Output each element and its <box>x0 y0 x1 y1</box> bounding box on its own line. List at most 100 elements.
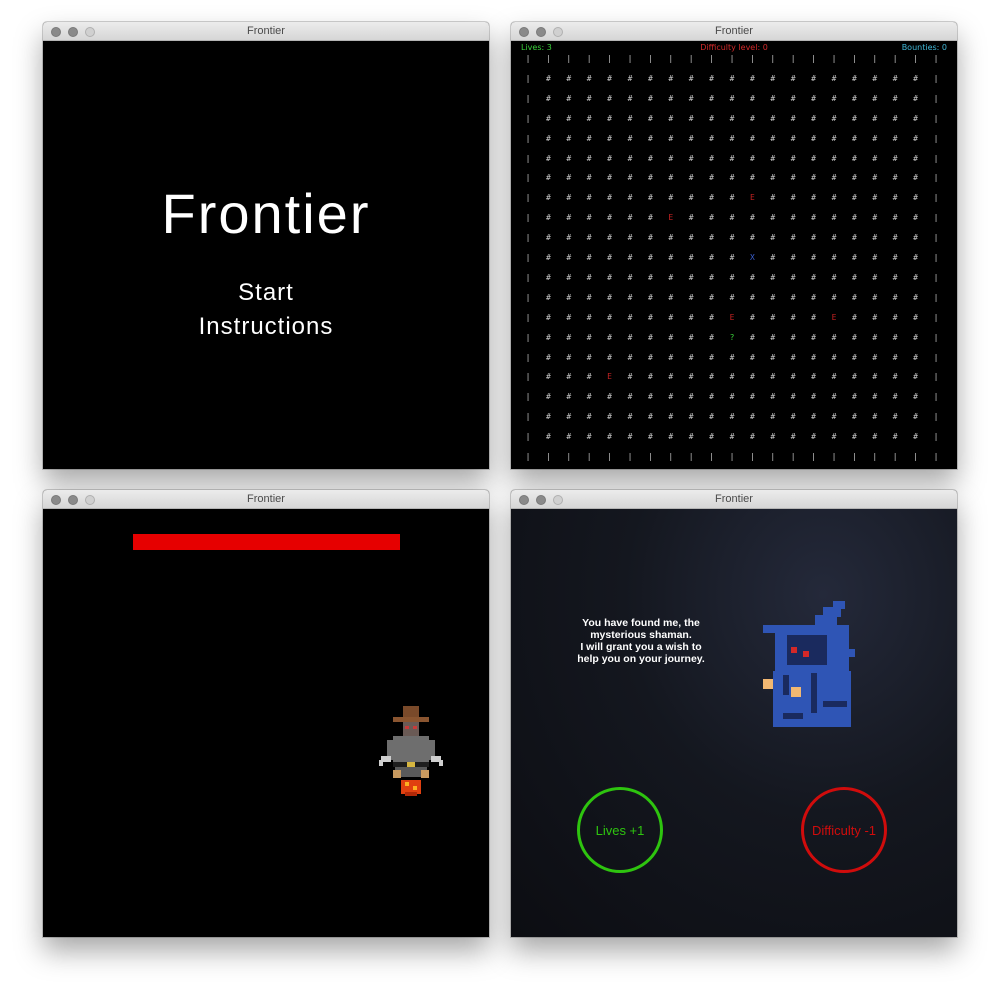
map-cell-floor: # <box>790 73 796 83</box>
map-cell-floor: # <box>586 73 592 83</box>
map-cell-floor: # <box>586 193 592 203</box>
map-cell-floor: # <box>545 253 551 262</box>
map-cell-floor: # <box>831 372 837 382</box>
map-cell-wall: | <box>749 452 755 461</box>
map-cell-floor: # <box>892 332 898 342</box>
map-cell-floor: # <box>607 113 612 123</box>
map-cell-floor: # <box>811 352 816 362</box>
map-cell-wall: | <box>566 54 572 63</box>
map-cell-floor: # <box>586 173 592 183</box>
map-cell-floor: # <box>872 412 878 422</box>
difficulty-choice-label: Difficulty -1 <box>811 822 877 838</box>
map-cell-floor: # <box>831 352 837 362</box>
map-cell-floor: # <box>729 193 735 203</box>
map-cell-floor: # <box>566 193 572 203</box>
map-cell-floor: # <box>851 153 857 163</box>
map-cell-floor: # <box>709 332 714 342</box>
map-cell-floor: # <box>749 213 755 223</box>
map-cell-floor: # <box>647 332 653 342</box>
start-menu-item[interactable]: Start <box>43 279 489 307</box>
map-cell-floor: # <box>872 432 878 442</box>
map-cell-wall: | <box>607 54 612 63</box>
map-cell-wall: | <box>933 233 939 243</box>
map-cell-floor: # <box>892 432 898 442</box>
map-cell-floor: # <box>729 292 735 302</box>
map-cell-floor: # <box>729 352 735 362</box>
lives-plus-one-button[interactable]: Lives +1 <box>577 787 663 873</box>
map-cell-wall: | <box>525 213 531 223</box>
map-cell-wall: | <box>525 312 531 322</box>
map-cell-floor: # <box>688 213 694 223</box>
instructions-menu-item[interactable]: Instructions <box>43 313 489 341</box>
map-cell-floor: # <box>913 93 918 103</box>
map-cell-wall: | <box>627 54 633 63</box>
battle-window: Frontier <box>43 490 489 937</box>
map-cell-floor: # <box>545 352 551 362</box>
map-cell-wall: | <box>647 452 653 461</box>
menu-window: Frontier Frontier Start Instructions <box>43 22 489 469</box>
map-cell-floor: # <box>566 332 572 342</box>
map-cell-floor: # <box>545 193 551 203</box>
map-cell-wall: | <box>647 54 653 63</box>
map-cell-floor: # <box>872 113 878 123</box>
map-cell-floor: # <box>729 133 735 143</box>
map-cell-floor: # <box>607 73 612 83</box>
map-cell-floor: # <box>627 432 633 442</box>
map-cell-floor: # <box>607 392 612 402</box>
difficulty-minus-one-button[interactable]: Difficulty -1 <box>801 787 887 873</box>
window-titlebar[interactable]: Frontier <box>511 22 957 41</box>
map-cell-floor: # <box>749 352 755 362</box>
map-cell-floor: # <box>811 372 816 382</box>
health-bar <box>133 534 400 550</box>
map-cell-floor: # <box>872 372 878 382</box>
map-cell-floor: # <box>770 392 776 402</box>
map-cell-wall: | <box>933 452 939 461</box>
map-cell-floor: # <box>688 133 694 143</box>
dialog-line: I will grant you a wish to <box>580 641 702 653</box>
battle-screen <box>43 509 489 937</box>
map-cell-floor: # <box>729 93 735 103</box>
map-cell-floor: # <box>872 133 878 143</box>
map-cell-floor: # <box>872 332 878 342</box>
map-cell-floor: # <box>811 412 816 422</box>
map-cell-floor: # <box>729 233 735 243</box>
map-cell-floor: # <box>607 173 612 183</box>
map-cell-floor: # <box>770 332 776 342</box>
map-cell-floor: # <box>872 173 878 183</box>
map-cell-wall: | <box>729 54 735 63</box>
map-cell-floor: # <box>851 392 857 402</box>
bounties-counter: Bounties: 0 <box>901 43 947 52</box>
map-cell-floor: # <box>831 213 837 223</box>
map-cell-floor: # <box>668 332 674 342</box>
map-cell-floor: # <box>729 392 735 402</box>
map-cell-floor: # <box>709 292 714 302</box>
map-cell-floor: # <box>545 133 551 143</box>
map-cell-wall: | <box>933 213 939 223</box>
map-cell-wall: | <box>668 54 674 63</box>
map-cell-wall: | <box>831 54 837 63</box>
map-cell-floor: # <box>790 253 796 262</box>
window-title: Frontier <box>715 25 753 37</box>
map-cell-floor: # <box>668 412 674 422</box>
window-titlebar[interactable]: Frontier <box>511 490 957 509</box>
map-cell-floor: # <box>545 292 551 302</box>
map-cell-floor: # <box>566 93 572 103</box>
map-cell-floor: # <box>913 253 918 262</box>
map-cell-wall: | <box>525 173 531 183</box>
map-cell-floor: # <box>831 432 837 442</box>
map-cell-floor: # <box>770 372 776 382</box>
map-cell-floor: # <box>668 173 674 183</box>
map-cell-floor: # <box>811 213 816 223</box>
map-cell-floor: # <box>545 372 551 382</box>
map-cell-floor: # <box>688 153 694 163</box>
map-cell-floor: # <box>892 173 898 183</box>
window-titlebar[interactable]: Frontier <box>43 22 489 41</box>
map-cell-floor: # <box>790 113 796 123</box>
map-cell-floor: # <box>811 133 816 143</box>
window-titlebar[interactable]: Frontier <box>43 490 489 509</box>
map-cell-floor: # <box>729 432 735 442</box>
map-cell-floor: # <box>586 133 592 143</box>
map-cell-wall: | <box>525 452 531 461</box>
map-cell-floor: # <box>790 352 796 362</box>
map-cell-floor: # <box>709 73 714 83</box>
